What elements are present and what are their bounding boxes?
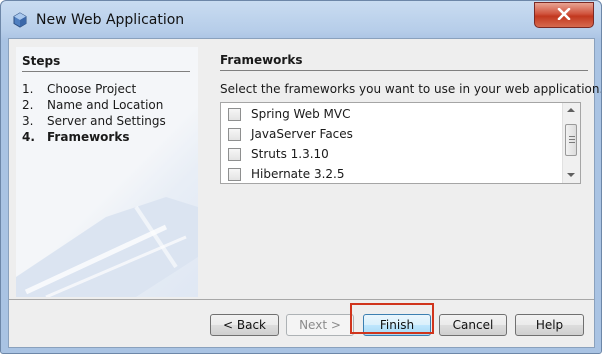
window-title: New Web Application — [36, 12, 185, 28]
grip-line — [569, 139, 575, 140]
back-button[interactable]: < Back — [210, 314, 279, 336]
framework-label: Spring Web MVC — [251, 107, 351, 121]
step-item: 1. Choose Project — [22, 82, 136, 96]
step-item: 3. Server and Settings — [22, 114, 166, 128]
dialog-content: Steps 1. Choose Project 2. Name and Locati… — [8, 38, 601, 348]
frameworks-heading: Frameworks — [220, 53, 303, 67]
next-button[interactable]: Next > — [286, 314, 354, 336]
step-label: Choose Project — [47, 82, 137, 96]
frameworks-divider — [220, 70, 588, 71]
step-label: Server and Settings — [47, 114, 166, 128]
frameworks-list[interactable]: Spring Web MVC JavaServer Faces Struts 1… — [220, 102, 581, 184]
wizard-watermark-graphic — [16, 197, 198, 297]
framework-label: JavaServer Faces — [251, 127, 353, 141]
framework-item[interactable]: JavaServer Faces — [228, 124, 353, 144]
step-number: 1. — [22, 82, 34, 96]
framework-checkbox[interactable] — [228, 167, 241, 181]
title-bar[interactable]: New Web Application — [1, 1, 601, 39]
finish-highlight-box — [350, 303, 434, 334]
button-separator — [9, 299, 594, 300]
framework-item[interactable]: Spring Web MVC — [228, 104, 350, 124]
framework-checkbox[interactable] — [228, 147, 241, 161]
cancel-button[interactable]: Cancel — [439, 314, 507, 336]
step-label: Name and Location — [47, 98, 164, 112]
scroll-up-arrow-icon[interactable] — [567, 108, 575, 112]
steps-panel: Steps 1. Choose Project 2. Name and Locati… — [16, 47, 198, 297]
framework-item[interactable]: Struts 1.3.10 — [228, 144, 329, 164]
frameworks-description: Select the frameworks you want to use in… — [220, 82, 602, 96]
framework-checkbox[interactable] — [228, 127, 241, 141]
steps-heading: Steps — [22, 54, 61, 68]
close-button[interactable] — [534, 2, 594, 28]
close-x-icon — [557, 7, 571, 23]
framework-label: Hibernate 3.2.5 — [251, 167, 345, 181]
help-button[interactable]: Help — [515, 314, 584, 336]
netbeans-cube-icon — [12, 12, 28, 28]
step-number: 3. — [22, 114, 34, 128]
framework-checkbox[interactable] — [228, 107, 241, 121]
step-label: Frameworks — [47, 130, 130, 144]
dialog-window: New Web Application Steps 1. Choose Proje… — [0, 0, 602, 354]
steps-divider — [22, 71, 190, 72]
scroll-down-arrow-icon[interactable] — [567, 173, 575, 177]
grip-line — [569, 142, 575, 143]
grip-line — [569, 136, 575, 137]
step-item-active: 4. Frameworks — [22, 130, 129, 144]
framework-label: Struts 1.3.10 — [251, 147, 329, 161]
vertical-scrollbar[interactable] — [562, 103, 580, 183]
step-number: 2. — [22, 98, 34, 112]
step-item: 2. Name and Location — [22, 98, 163, 112]
framework-item[interactable]: Hibernate 3.2.5 — [228, 164, 345, 183]
step-number: 4. — [22, 130, 35, 144]
scroll-thumb[interactable] — [565, 124, 577, 156]
